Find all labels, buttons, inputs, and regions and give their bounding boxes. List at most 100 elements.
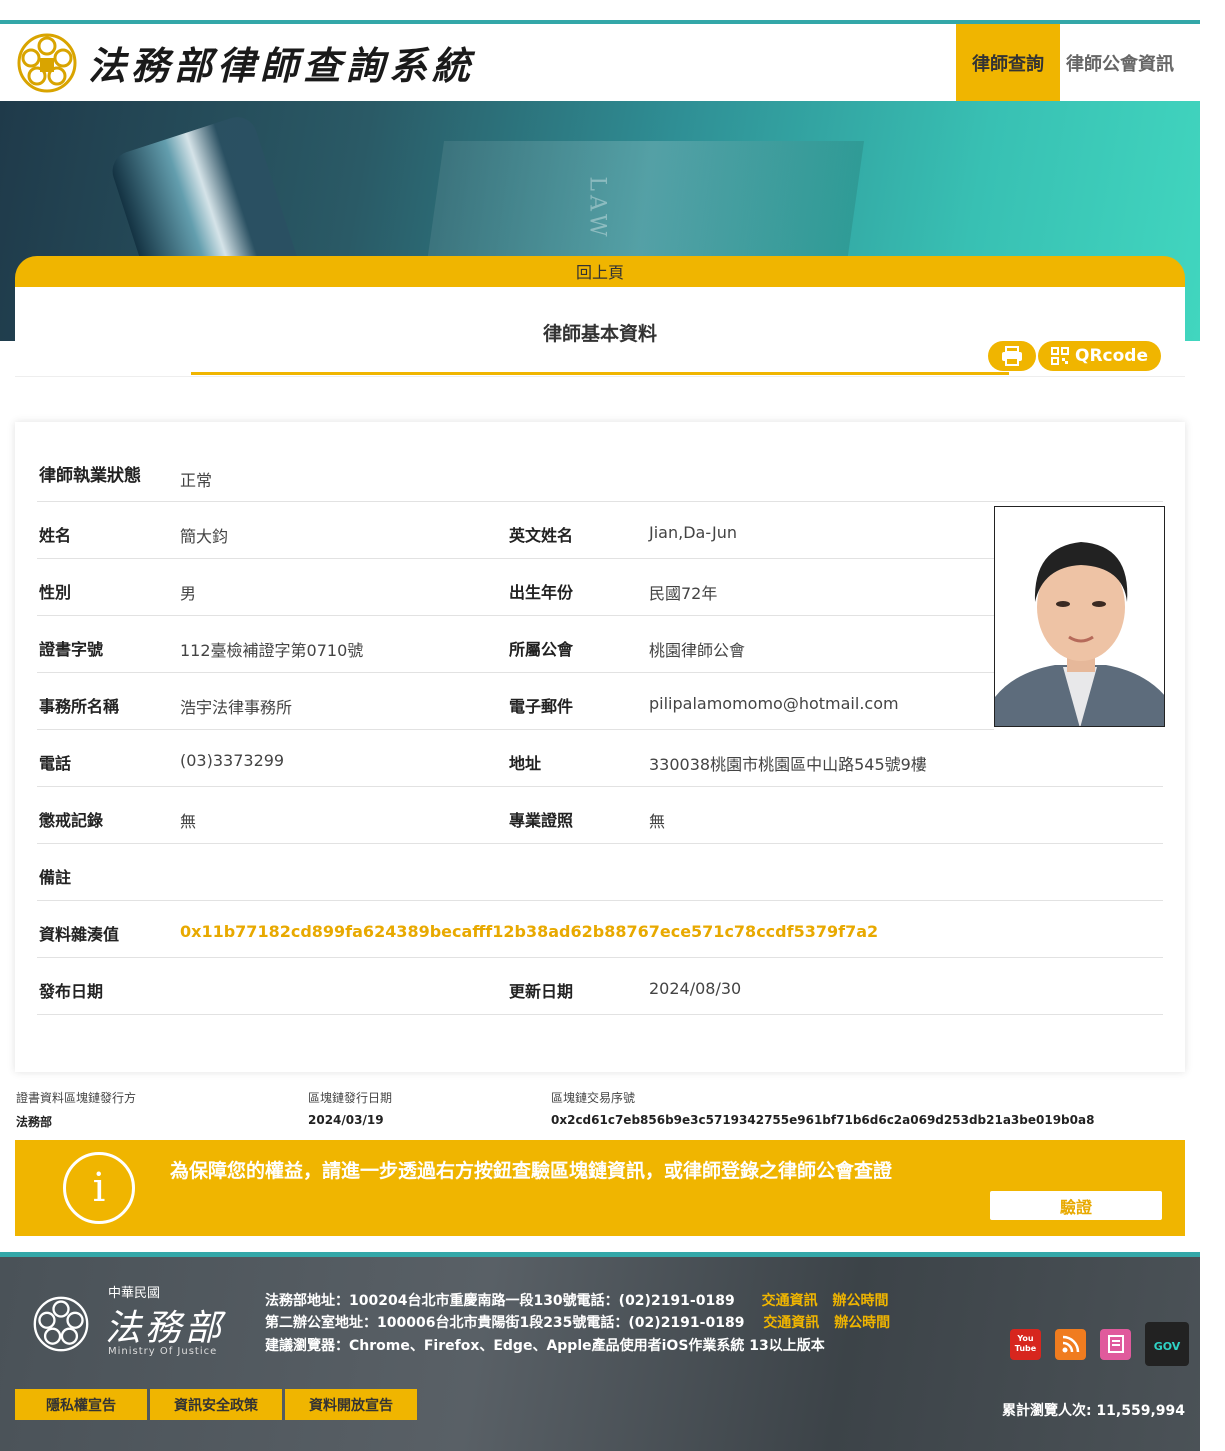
print-button[interactable] xyxy=(988,341,1036,371)
update-label: 更新日期 xyxy=(509,982,574,1001)
row-discipline: 懲戒記錄 無 專業證照 無 xyxy=(37,787,1163,844)
page-right-margin xyxy=(1200,0,1225,1451)
gender-label: 性別 xyxy=(39,583,72,602)
phone-value: (03)3373299 xyxy=(180,751,285,770)
cert-label: 證書字號 xyxy=(39,640,104,659)
printer-icon xyxy=(1002,346,1022,366)
notice-text: 為保障您的權益，請進一步透過右方按鈕查驗區塊鏈資訊，或律師登錄之律師公會查證 xyxy=(170,1160,893,1182)
row-phone: 電話 (03)3373299 地址 330038桃園市桃園區中山路545號9樓 xyxy=(37,730,1163,787)
issuer-value: 法務部 xyxy=(16,1115,53,1129)
blockchain-tx: 區塊鏈交易序號 0x2cd61c7eb856b9e3c5719342755e96… xyxy=(551,1089,1094,1127)
gov-icon-text: GOV xyxy=(1153,1340,1181,1353)
chain-date-label: 區塊鏈發行日期 xyxy=(308,1091,393,1105)
tx-label: 區塊鏈交易序號 xyxy=(551,1091,636,1105)
cert-value: 112臺檢補證字第0710號 xyxy=(180,641,364,660)
issuer-label: 證書資料區塊鏈發行方 xyxy=(16,1091,137,1105)
site-footer: 中華民國 法務部 Ministry Of Justice 法務部地址：10020… xyxy=(0,1252,1200,1451)
specialty-label: 專業證照 xyxy=(509,811,574,830)
back-bar: 回上頁 xyxy=(15,256,1185,287)
discipline-value: 無 xyxy=(180,812,197,831)
traffic-link-1[interactable]: 交通資訊 xyxy=(762,1293,818,1309)
footer-address-1: 法務部地址：100204台北市重慶南路一段130號電話：(02)2191-018… xyxy=(265,1290,888,1310)
row-dates: 發布日期 更新日期 2024/08/30 xyxy=(37,958,1163,1015)
birth-value: 民國72年 xyxy=(649,584,718,603)
law-book-text: LAW xyxy=(584,176,610,241)
open-data-button[interactable]: 資料開放宣告 xyxy=(285,1389,417,1420)
footer-moj-en: Ministry Of Justice xyxy=(108,1346,218,1357)
bar-label: 所屬公會 xyxy=(509,640,574,659)
qrcode-label: QRcode xyxy=(1075,346,1148,366)
row-name: 姓名 簡大鈞 英文姓名 Jian,Da-Jun xyxy=(37,502,994,559)
gender-value: 男 xyxy=(180,584,197,603)
info-icon: i xyxy=(63,1152,135,1224)
publish-label: 發布日期 xyxy=(39,982,104,1001)
email-value[interactable]: pilipalamomomo@hotmail.com xyxy=(649,694,899,713)
visitor-counter: 累計瀏覽人次: 11,559,994 xyxy=(1001,1403,1185,1419)
discipline-label: 懲戒記錄 xyxy=(39,811,104,830)
en-name-value: Jian,Da-Jun xyxy=(649,523,737,542)
footer-policy-buttons: 隱私權宣告 資訊安全政策 資料開放宣告 xyxy=(15,1389,417,1420)
chain-date-value: 2024/03/19 xyxy=(308,1113,384,1127)
name-value: 簡大鈞 xyxy=(180,527,229,546)
footer-browser: 建議瀏覽器：Chrome、Firefox、Edge、Apple產品使用者iOS作… xyxy=(265,1338,825,1354)
footer-moj: 法務部 xyxy=(105,1308,226,1349)
main-nav: 律師查詢 律師公會資訊 xyxy=(956,24,1200,101)
update-value: 2024/08/30 xyxy=(649,979,742,998)
footer-address-2: 第二辦公室地址：100006台北市貴陽街1段235號電話：(02)2191-01… xyxy=(265,1312,890,1332)
specialty-value: 無 xyxy=(649,812,666,831)
verify-notice-banner: i 為保障您的權益，請進一步透過右方按鈕查驗區塊鏈資訊，或律師登錄之律師公會查證… xyxy=(15,1140,1185,1236)
blockchain-date: 區塊鏈發行日期 2024/03/19 xyxy=(308,1089,392,1127)
gov-icon[interactable]: GOV xyxy=(1145,1322,1189,1366)
lawyer-photo xyxy=(994,506,1165,727)
address-1-text: 法務部地址：100204台北市重慶南路一段130號電話：(02)2191-018… xyxy=(265,1293,735,1309)
birth-label: 出生年份 xyxy=(509,583,574,602)
site-header: 法務部律師查詢系統 律師查詢 律師公會資訊 xyxy=(0,24,1200,101)
status-value: 正常 xyxy=(180,471,213,490)
title-card: 律師基本資料 QRcode xyxy=(15,287,1185,377)
row-status: 律師執業狀態 正常 xyxy=(37,445,1163,502)
nav-bar-association-info[interactable]: 律師公會資訊 xyxy=(1060,24,1200,101)
row-hash: 資料雜湊值 0x11b77182cd899fa624389becafff12b3… xyxy=(37,901,1163,958)
address-label: 地址 xyxy=(509,754,542,773)
portrait-image xyxy=(995,507,1164,726)
site-logo[interactable]: 法務部律師查詢系統 xyxy=(16,32,475,94)
row-office: 事務所名稱 浩宇法律事務所 電子郵件 pilipalamomomo@hotmai… xyxy=(37,673,994,730)
rss-icon[interactable] xyxy=(1055,1328,1086,1360)
title-underline xyxy=(191,372,1009,375)
tx-value: 0x2cd61c7eb856b9e3c5719342755e961bf71b6d… xyxy=(551,1113,1095,1127)
office-value: 浩宇法律事務所 xyxy=(180,698,293,717)
qrcode-button[interactable]: QRcode xyxy=(1038,341,1161,371)
email-label: 電子郵件 xyxy=(509,697,574,716)
privacy-policy-button[interactable]: 隱私權宣告 xyxy=(15,1389,147,1420)
bar-value: 桃園律師公會 xyxy=(649,641,746,660)
address-value: 330038桃園市桃園區中山路545號9樓 xyxy=(649,755,927,774)
name-label: 姓名 xyxy=(39,526,72,545)
hours-link-2[interactable]: 辦公時間 xyxy=(834,1315,890,1331)
youtube-icon-text: You Tube xyxy=(1014,1334,1037,1353)
site-title: 法務部律師查詢系統 xyxy=(88,43,476,88)
hash-value[interactable]: 0x11b77182cd899fa624389becafff12b38ad62b… xyxy=(180,922,878,941)
youtube-icon[interactable]: You Tube xyxy=(1010,1328,1041,1360)
note-label: 備註 xyxy=(39,868,72,887)
nav-lawyer-search[interactable]: 律師查詢 xyxy=(956,24,1060,101)
address-2-text: 第二辦公室地址：100006台北市貴陽街1段235號電話：(02)2191-01… xyxy=(265,1315,745,1331)
en-name-label: 英文姓名 xyxy=(509,526,574,545)
social-icons: You Tube GOV xyxy=(1010,1322,1189,1366)
plum-blossom-emblem-icon xyxy=(17,33,77,92)
back-link[interactable]: 回上頁 xyxy=(576,259,624,287)
ebook-icon[interactable] xyxy=(1100,1328,1131,1360)
verify-button[interactable]: 驗證 xyxy=(990,1191,1162,1220)
row-gender: 性別 男 出生年份 民國72年 xyxy=(37,559,994,616)
hours-link-1[interactable]: 辦公時間 xyxy=(832,1293,888,1309)
blockchain-issuer: 證書資料區塊鏈發行方 法務部 xyxy=(16,1089,136,1130)
hash-label: 資料雜湊值 xyxy=(39,925,120,944)
status-label: 律師執業狀態 xyxy=(39,466,141,486)
row-cert: 證書字號 112臺檢補證字第0710號 所屬公會 桃園律師公會 xyxy=(37,616,994,673)
security-policy-button[interactable]: 資訊安全政策 xyxy=(150,1389,282,1420)
traffic-link-2[interactable]: 交通資訊 xyxy=(763,1315,819,1331)
row-note: 備註 xyxy=(37,844,1163,901)
lawyer-info-card: 律師執業狀態 正常 姓名 簡大鈞 英文姓名 Jian,Da-Jun 性別 男 出… xyxy=(15,422,1185,1072)
qrcode-icon xyxy=(1051,347,1069,365)
office-label: 事務所名稱 xyxy=(39,697,120,716)
phone-label: 電話 xyxy=(39,754,72,773)
